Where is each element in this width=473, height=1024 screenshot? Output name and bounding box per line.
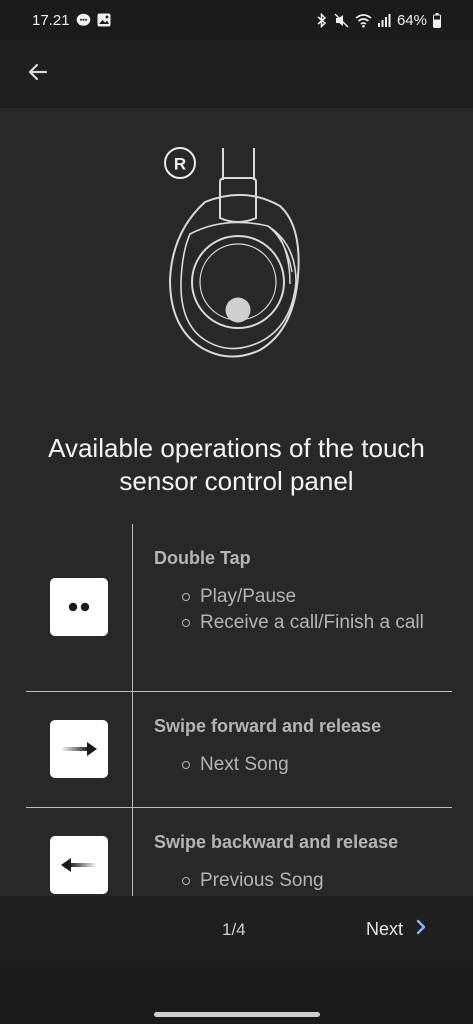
swipe-backward-icon — [50, 836, 108, 894]
bottom-bar: 1/4 Next — [0, 896, 473, 962]
next-button[interactable]: Next — [366, 914, 427, 944]
operation-actions: Next Song — [182, 752, 444, 778]
system-nav-bar — [0, 962, 473, 1024]
back-button[interactable] — [20, 56, 56, 92]
battery-icon — [433, 12, 441, 28]
messenger-icon — [76, 13, 91, 28]
status-right: 64% — [316, 12, 441, 29]
status-time: 17.21 — [32, 11, 70, 29]
operation-actions: Previous Song — [182, 868, 444, 894]
signal-icon — [377, 13, 391, 27]
operation-title: Double Tap — [154, 548, 251, 568]
mute-icon — [334, 13, 349, 28]
table-divider-row-2 — [26, 807, 452, 808]
side-label-r: R — [174, 155, 186, 174]
app-bar — [0, 40, 473, 108]
operation-title: Swipe forward and release — [154, 716, 382, 736]
home-gesture-handle[interactable] — [154, 1012, 320, 1017]
list-item: Next Song — [182, 752, 444, 778]
panel-title: Available operations of the touch sensor… — [48, 433, 425, 496]
bluetooth-icon — [316, 12, 328, 28]
table-divider-vertical — [132, 524, 133, 896]
list-item: Previous Song — [182, 868, 444, 894]
wifi-icon — [355, 13, 372, 28]
swipe-forward-icon — [50, 720, 108, 778]
list-item: Play/Pause — [182, 584, 444, 610]
operation-actions: Play/Pause Receive a call/Finish a call — [182, 584, 444, 636]
list-item: Receive a call/Finish a call — [182, 610, 444, 636]
battery-percent: 64% — [396, 11, 427, 29]
operation-title: Swipe backward and release — [154, 832, 399, 852]
content-area[interactable]: R Available operations of the touch sens… — [0, 108, 473, 896]
status-bar: 17.21 64% — [0, 0, 473, 40]
arrow-left-icon — [26, 60, 50, 89]
chevron-right-icon — [415, 918, 427, 941]
next-label: Next — [366, 918, 404, 939]
status-left: 17.21 — [32, 12, 111, 29]
double-tap-icon — [50, 578, 108, 636]
page-indicator: 1/4 — [222, 920, 246, 939]
headphone-illustration: R — [150, 144, 310, 369]
gallery-icon — [97, 13, 111, 27]
table-divider-row-1 — [26, 691, 452, 692]
